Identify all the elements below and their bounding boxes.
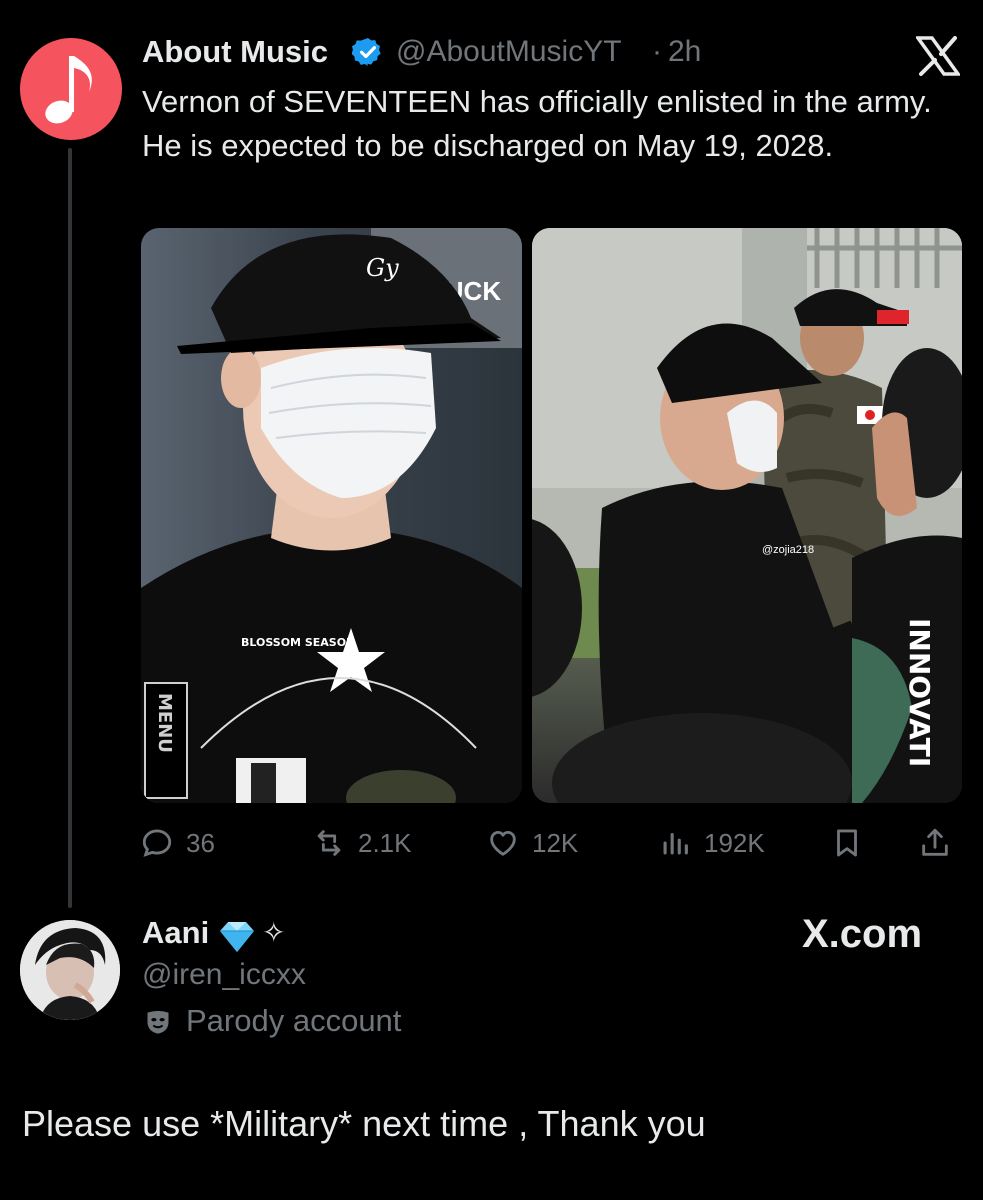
shirt-text: BLOSSOM SEASON bbox=[241, 636, 355, 649]
shirt-text-2: INNOVATI bbox=[903, 618, 936, 767]
reply-author-avatar[interactable] bbox=[20, 920, 120, 1020]
thread-line bbox=[68, 148, 72, 908]
repost-action[interactable]: 2.1K bbox=[312, 823, 412, 863]
parody-account-label: Parody account bbox=[186, 1003, 402, 1038]
author-name[interactable]: About Music bbox=[142, 34, 328, 70]
verified-badge-icon bbox=[352, 38, 381, 66]
reply-author-name[interactable]: Aani bbox=[142, 915, 209, 951]
menu-tag-text: MENU bbox=[154, 693, 175, 753]
share-icon bbox=[922, 828, 948, 856]
bookmark-icon bbox=[837, 829, 857, 857]
source-label: X.com bbox=[802, 912, 923, 956]
photo-watermark: @zojia218 bbox=[762, 544, 814, 556]
author-avatar[interactable] bbox=[20, 38, 122, 140]
share-action[interactable] bbox=[918, 823, 952, 863]
svg-text:Gy: Gy bbox=[366, 254, 399, 282]
reply-text: Please use *Military* next time , Thank … bbox=[22, 1103, 706, 1144]
post-photo-1[interactable]: BUCK Gy BLOSSOM SEASON MENU bbox=[141, 228, 522, 803]
music-note-icon bbox=[45, 56, 92, 124]
diamond-icon bbox=[220, 922, 254, 952]
reply-icon bbox=[142, 829, 172, 857]
sparkle-icon: ✧ bbox=[262, 917, 286, 948]
parody-mask-icon bbox=[147, 1010, 169, 1034]
separator-dot: · bbox=[652, 35, 662, 68]
reply-action[interactable]: 36 bbox=[140, 823, 215, 863]
post-text: Vernon of SEVENTEEN has officially enlis… bbox=[142, 84, 932, 163]
x-logo-icon bbox=[916, 36, 960, 76]
repost-count: 2.1K bbox=[358, 827, 412, 858]
views-count: 192K bbox=[704, 827, 765, 858]
author-handle[interactable]: @AboutMusicYT bbox=[396, 35, 622, 69]
like-action[interactable]: 12K bbox=[486, 823, 578, 863]
views-icon bbox=[663, 832, 688, 855]
post-photo-2[interactable]: @zojia218 INNOVATI bbox=[532, 228, 962, 803]
repost-icon bbox=[317, 830, 341, 856]
like-count: 12K bbox=[532, 827, 579, 858]
reply-author-handle[interactable]: @iren_iccxx bbox=[142, 958, 306, 992]
views-action[interactable]: 192K bbox=[658, 823, 765, 863]
heart-icon bbox=[490, 830, 516, 856]
post-time[interactable]: 2h bbox=[668, 35, 701, 69]
bookmark-action[interactable] bbox=[830, 823, 864, 863]
reply-count: 36 bbox=[186, 827, 215, 858]
